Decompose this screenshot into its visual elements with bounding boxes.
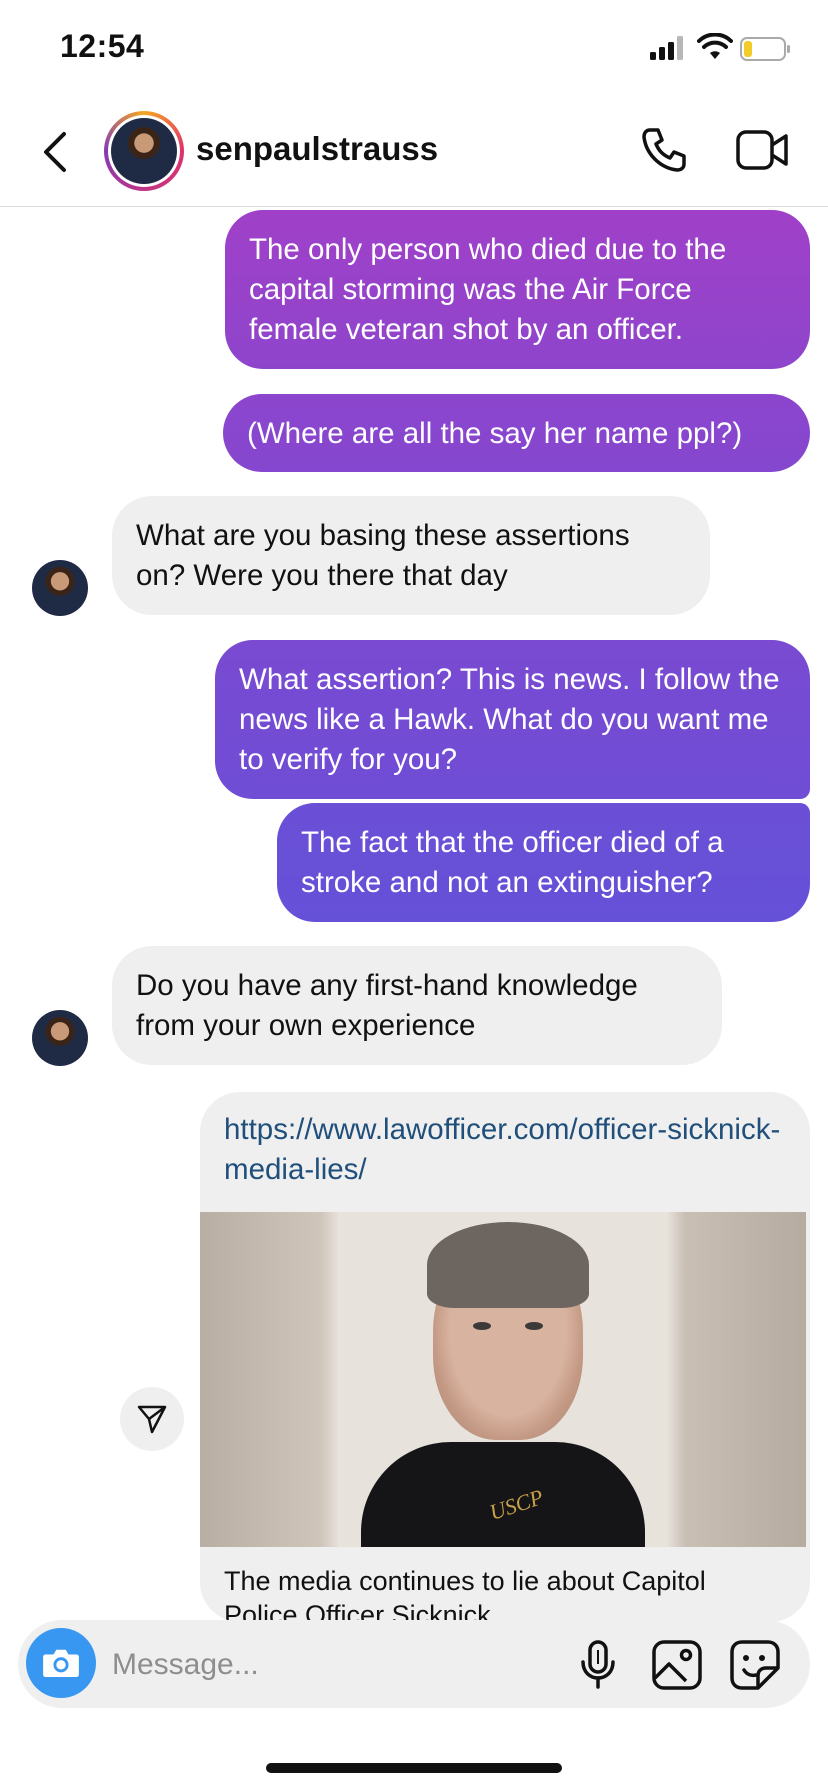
- message-bubble-incoming[interactable]: What are you basing these assertions on?…: [112, 496, 710, 615]
- message-bubble-outgoing[interactable]: The fact that the officer died of a stro…: [277, 803, 810, 922]
- sender-avatar[interactable]: [32, 1010, 88, 1066]
- sticker-icon[interactable]: [730, 1640, 780, 1690]
- link-preview-title[interactable]: The media continues to lie about Capitol…: [224, 1564, 784, 1622]
- shirt-patch-text: USCP: [486, 1484, 547, 1525]
- battery-icon: [740, 37, 790, 61]
- message-input[interactable]: [110, 1620, 494, 1710]
- chat-username[interactable]: senpaulstrauss: [196, 130, 438, 168]
- status-time: 12:54: [60, 28, 145, 64]
- profile-avatar[interactable]: [104, 111, 184, 191]
- avatar-image: [111, 118, 177, 184]
- cellular-signal-icon: [650, 36, 683, 60]
- phone-icon[interactable]: [640, 126, 688, 174]
- back-icon[interactable]: [36, 130, 76, 174]
- chat-header: senpaulstrauss: [0, 96, 828, 207]
- shared-link-url[interactable]: https://www.lawofficer.com/officer-sickn…: [224, 1110, 784, 1190]
- link-preview-card[interactable]: https://www.lawofficer.com/officer-sickn…: [200, 1092, 810, 1622]
- mic-icon[interactable]: [578, 1640, 618, 1690]
- send-icon: [137, 1405, 167, 1434]
- share-button[interactable]: [120, 1387, 184, 1451]
- gallery-icon[interactable]: [652, 1640, 702, 1690]
- home-indicator: [266, 1763, 562, 1773]
- message-bubble-outgoing[interactable]: The only person who died due to the capi…: [225, 210, 810, 369]
- message-bubble-outgoing[interactable]: What assertion? This is news. I follow t…: [215, 640, 810, 799]
- camera-icon: [43, 1649, 79, 1678]
- video-icon[interactable]: [736, 128, 788, 172]
- wifi-icon: [697, 33, 733, 59]
- photo-eye: [473, 1322, 491, 1330]
- avatar-ring-gap: [108, 115, 180, 187]
- sender-avatar[interactable]: [32, 560, 88, 616]
- photo-hair: [427, 1222, 589, 1308]
- photo-eye: [525, 1322, 543, 1330]
- message-bubble-outgoing[interactable]: (Where are all the say her name ppl?): [223, 394, 810, 472]
- photo-shirt: USCP: [361, 1442, 645, 1547]
- message-bubble-incoming[interactable]: Do you have any first-hand knowledge fro…: [112, 946, 722, 1065]
- camera-button[interactable]: [26, 1628, 96, 1698]
- link-preview-image[interactable]: USCP: [200, 1212, 806, 1547]
- message-composer: [18, 1620, 810, 1710]
- officer-photo: USCP: [341, 1212, 665, 1547]
